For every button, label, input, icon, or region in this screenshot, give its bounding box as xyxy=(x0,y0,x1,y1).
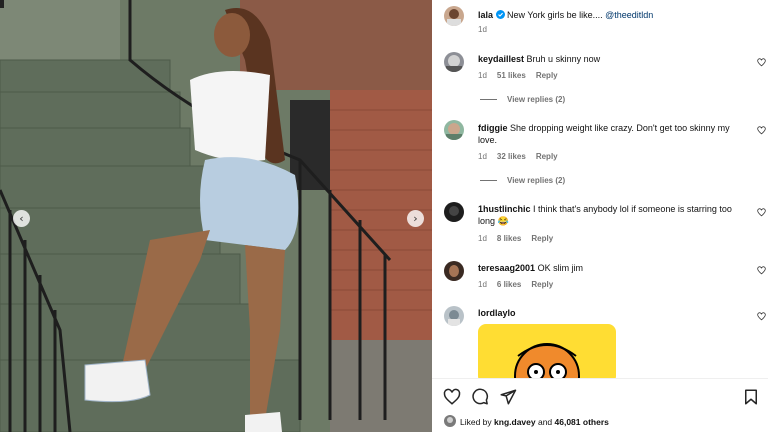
comment-bubble-icon[interactable] xyxy=(471,388,489,406)
comment-body: She dropping weight like crazy. Don't ge… xyxy=(478,123,730,145)
save-bookmark-icon[interactable] xyxy=(742,388,760,406)
comments-scroll-area[interactable]: lala New York girls be like.... @theedit… xyxy=(432,0,768,378)
comment-text: lordlaylo xyxy=(478,307,746,319)
likes-summary: Liked by kng.davey and 46,081 others xyxy=(432,410,768,432)
author-username[interactable]: lala xyxy=(478,10,493,20)
likes-prefix: Liked by xyxy=(460,417,495,427)
comment-avatar[interactable] xyxy=(444,52,464,72)
heart-icon[interactable] xyxy=(757,126,766,135)
caption-meta: 1d xyxy=(478,25,487,34)
comment-text: teresaag2001 OK slim jim xyxy=(478,262,746,274)
verified-badge-icon xyxy=(495,10,505,19)
comment-sticker-image[interactable] xyxy=(478,324,616,378)
corner-mark xyxy=(0,0,4,8)
comment-username[interactable]: 1hustlinchic xyxy=(478,204,531,214)
comment-text: fdiggie She dropping weight like crazy. … xyxy=(478,122,746,146)
caption-mention-link[interactable]: @theeditldn xyxy=(605,10,653,20)
comment-body: OK slim jim xyxy=(537,263,584,273)
comment-text: 1hustlinchic I think that's anybody lol … xyxy=(478,203,746,227)
chevron-left-icon: ‹ xyxy=(19,212,24,225)
heart-icon[interactable] xyxy=(757,58,766,67)
liker-username[interactable]: kng.davey xyxy=(494,417,536,427)
replies-divider xyxy=(480,99,497,100)
comment-username[interactable]: keydaillest xyxy=(478,54,524,64)
comment-meta: 1d 51 likes Reply xyxy=(478,71,558,80)
reply-button[interactable]: Reply xyxy=(531,280,553,289)
chevron-right-icon: › xyxy=(413,212,418,225)
comment-time: 1d xyxy=(478,280,487,289)
comment-text: keydaillest Bruh u skinny now xyxy=(478,53,746,65)
likes-text: Liked by kng.davey and 46,081 others xyxy=(460,417,609,427)
post-photo: ‹ › xyxy=(0,0,432,432)
comment-username[interactable]: teresaag2001 xyxy=(478,263,535,273)
previous-photo-button[interactable]: ‹ xyxy=(13,210,30,227)
post-actions-bar xyxy=(432,378,768,414)
liker-avatar[interactable] xyxy=(444,415,456,427)
comment-likes[interactable]: 51 likes xyxy=(497,71,526,80)
likes-count-link[interactable]: 46,081 others xyxy=(555,417,609,427)
next-photo-button[interactable]: › xyxy=(407,210,424,227)
heart-icon[interactable] xyxy=(757,312,766,321)
caption-text: New York girls be like.... xyxy=(507,10,606,20)
heart-icon[interactable] xyxy=(757,208,766,217)
post-sidebar: lala New York girls be like.... @theedit… xyxy=(432,0,768,432)
comment-time: 1d xyxy=(478,234,487,243)
view-replies-button[interactable]: View replies (2) xyxy=(480,95,565,104)
comment-avatar[interactable] xyxy=(444,261,464,281)
comment-meta: 1d 8 likes Reply xyxy=(478,234,553,243)
comment-meta: 1d 6 likes Reply xyxy=(478,280,553,289)
comment-avatar[interactable] xyxy=(444,306,464,326)
cartoon-face-image xyxy=(514,343,580,378)
photo-image xyxy=(0,0,432,432)
reply-button[interactable]: Reply xyxy=(536,71,558,80)
share-paper-plane-icon[interactable] xyxy=(499,388,517,406)
heart-icon[interactable] xyxy=(757,266,766,275)
reply-button[interactable]: Reply xyxy=(536,152,558,161)
comment-body: Bruh u skinny now xyxy=(526,54,601,64)
comment-likes[interactable]: 8 likes xyxy=(497,234,521,243)
caption-time: 1d xyxy=(478,25,487,34)
comment-likes[interactable]: 32 likes xyxy=(497,152,526,161)
reply-button[interactable]: Reply xyxy=(531,234,553,243)
comment-time: 1d xyxy=(478,152,487,161)
comment-avatar[interactable] xyxy=(444,202,464,222)
comment-meta: 1d 32 likes Reply xyxy=(478,152,558,161)
comment-time: 1d xyxy=(478,71,487,80)
likes-middle: and xyxy=(535,417,555,427)
comment-avatar[interactable] xyxy=(444,120,464,140)
view-replies-label: View replies (2) xyxy=(507,176,566,185)
like-heart-icon[interactable] xyxy=(443,388,461,406)
comment-username[interactable]: lordlaylo xyxy=(478,308,516,318)
post-caption: lala New York girls be like.... @theedit… xyxy=(478,9,746,21)
view-replies-label: View replies (2) xyxy=(507,95,566,104)
author-avatar[interactable] xyxy=(444,6,464,26)
comment-likes[interactable]: 6 likes xyxy=(497,280,521,289)
replies-divider xyxy=(480,180,497,181)
view-replies-button[interactable]: View replies (2) xyxy=(480,176,565,185)
comment-username[interactable]: fdiggie xyxy=(478,123,508,133)
